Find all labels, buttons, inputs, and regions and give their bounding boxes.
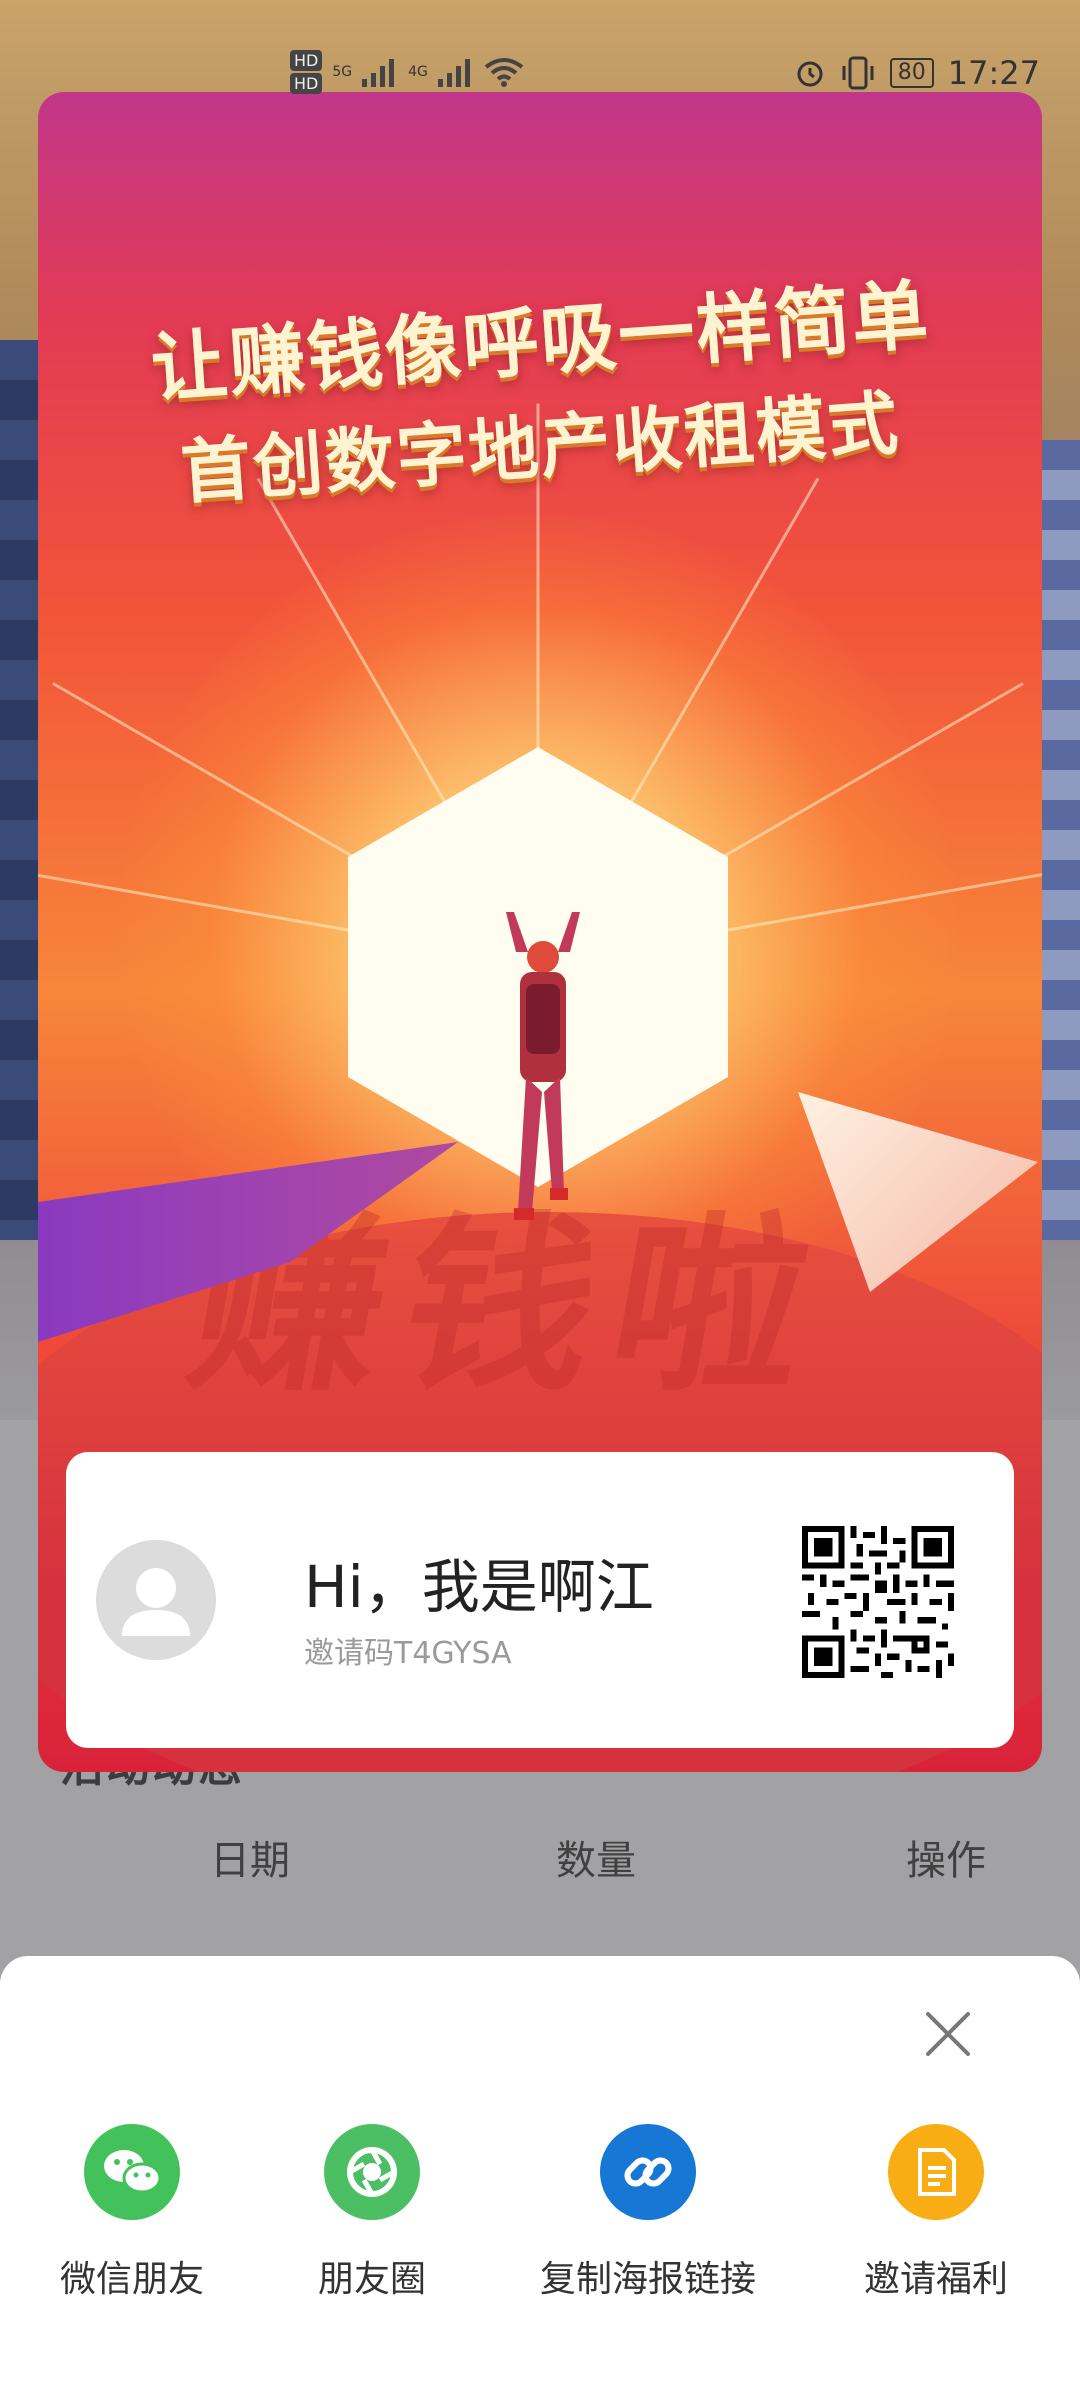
user-placeholder-icon xyxy=(122,1568,190,1636)
status-right-group: 80 17:27 xyxy=(794,54,1040,92)
network-type-2: 4G xyxy=(408,64,428,80)
share-poster: 赚钱啦 让赚钱像呼吸一样简单 首创数字地产收租模式 Hi，我是啊江 邀请码T4G… xyxy=(38,92,1042,1772)
hd-badge-2: HD xyxy=(290,73,323,94)
wifi-icon xyxy=(484,58,524,87)
share-option-invite-benefits[interactable]: 邀请福利 xyxy=(864,2124,1008,2302)
share-option-moments[interactable]: 朋友圈 xyxy=(318,2124,426,2302)
battery-indicator: 80 xyxy=(889,58,934,88)
close-icon[interactable] xyxy=(920,2006,976,2062)
greeting-text: Hi，我是啊江 xyxy=(304,1553,654,1621)
avatar xyxy=(96,1540,216,1660)
share-sheet: 微信朋友 朋友圈 复制海报链接 邀请福利 xyxy=(0,1956,1080,2400)
share-option-label: 邀请福利 xyxy=(864,2259,1009,2300)
invite-code-text: 邀请码T4GYSA xyxy=(304,1636,512,1671)
signal-icon xyxy=(362,59,395,87)
wechat-icon xyxy=(84,2124,180,2220)
network-type-1: 5G xyxy=(332,64,353,80)
signal-icon-2 xyxy=(437,59,470,87)
invite-card: Hi，我是啊江 邀请码T4GYSA xyxy=(66,1452,1014,1748)
link-icon xyxy=(600,2124,696,2220)
background-building-right xyxy=(1040,440,1080,1240)
column-header-action: 操作 xyxy=(906,1838,986,1884)
status-signal-group: HD HD 5G 4G xyxy=(290,50,524,94)
alarm-icon xyxy=(797,61,823,87)
vibrate-icon xyxy=(842,56,874,90)
hd-badge-1: HD xyxy=(290,50,323,71)
share-option-label: 朋友圈 xyxy=(318,2259,427,2300)
share-option-copy-poster-link[interactable]: 复制海报链接 xyxy=(540,2124,756,2302)
column-header-quantity: 数量 xyxy=(556,1838,636,1884)
column-header-date: 日期 xyxy=(210,1838,290,1884)
document-icon xyxy=(888,2124,984,2220)
running-person-illustration xyxy=(506,912,580,1220)
qr-code xyxy=(802,1526,954,1678)
status-bar: HD HD 5G 4G 80 17:27 xyxy=(0,40,1080,110)
background-building-left xyxy=(0,340,40,1240)
share-option-label: 复制海报链接 xyxy=(540,2259,757,2300)
status-time: 17:27 xyxy=(947,54,1040,92)
moments-icon xyxy=(324,2124,420,2220)
share-option-wechat-friends[interactable]: 微信朋友 xyxy=(60,2124,204,2302)
share-option-label: 微信朋友 xyxy=(60,2259,205,2300)
